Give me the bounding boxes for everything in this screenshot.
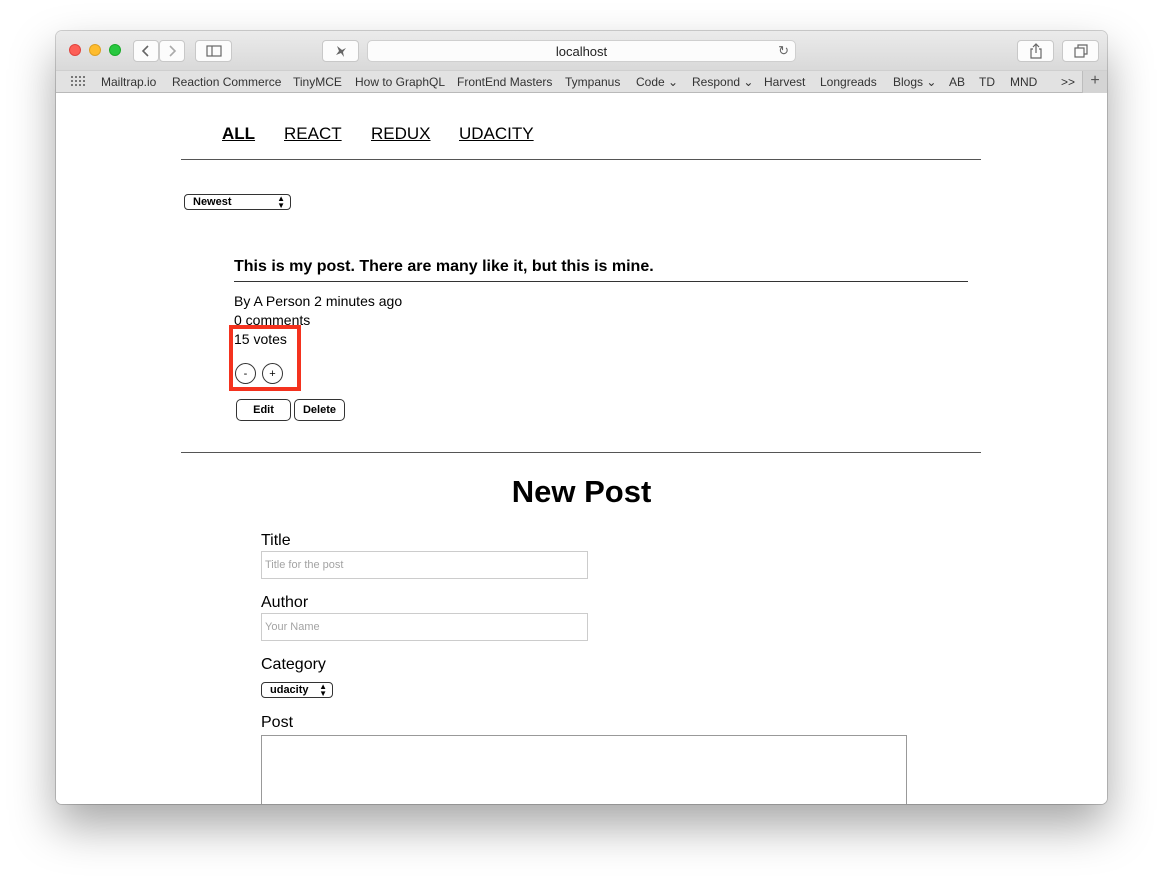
browser-window: localhost ↻ Mailtrap.io Reaction Commerc… bbox=[56, 31, 1107, 804]
zoom-window-button[interactable] bbox=[109, 44, 121, 56]
sidebar-toggle-button[interactable] bbox=[195, 40, 232, 62]
bookmark-item[interactable]: MND bbox=[1010, 75, 1037, 89]
post-title: This is my post. There are many like it,… bbox=[234, 258, 654, 275]
minimize-window-button[interactable] bbox=[89, 44, 101, 56]
category-select[interactable]: udacity ▲ ▼ bbox=[261, 682, 333, 698]
nav-link-react[interactable]: REACT bbox=[284, 124, 342, 144]
post-body-label: Post bbox=[261, 714, 294, 731]
new-post-heading: New Post bbox=[511, 474, 652, 509]
forward-button[interactable] bbox=[159, 40, 185, 62]
tabs-icon bbox=[1073, 44, 1088, 58]
chevron-down-icon: ⌄ bbox=[668, 75, 679, 89]
sort-select[interactable]: Newest ▲ ▼ bbox=[184, 194, 291, 210]
chevron-left-icon bbox=[141, 45, 149, 57]
extension-button[interactable] bbox=[322, 40, 359, 62]
bookmark-folder-label: Blogs bbox=[893, 75, 924, 89]
bookmark-folder[interactable]: Respond ⌄ bbox=[692, 75, 753, 89]
nav-link-redux[interactable]: REDUX bbox=[371, 124, 431, 144]
title-label: Title bbox=[261, 532, 291, 549]
back-button[interactable] bbox=[133, 40, 159, 62]
updown-arrows-icon: ▲ ▼ bbox=[277, 194, 285, 210]
bookmark-folder-label: Code bbox=[636, 75, 665, 89]
bookmark-item[interactable]: Longreads bbox=[820, 75, 877, 89]
section-divider bbox=[181, 452, 981, 453]
post-byline: By A Person 2 minutes ago bbox=[234, 293, 403, 309]
edit-button[interactable]: Edit bbox=[236, 399, 291, 421]
browser-titlebar: localhost ↻ bbox=[56, 31, 1107, 70]
nav-link-all[interactable]: ALL bbox=[222, 124, 255, 144]
delete-button[interactable]: Delete bbox=[294, 399, 345, 421]
bookmarks-bar: Mailtrap.io Reaction Commerce TinyMCE Ho… bbox=[56, 70, 1107, 93]
category-select-value: udacity bbox=[270, 684, 309, 696]
page-content: ALL REACT REDUX UDACITY Newest ▲ ▼ This i… bbox=[56, 93, 1107, 804]
post-divider bbox=[234, 281, 968, 282]
share-button[interactable] bbox=[1017, 40, 1054, 62]
bookmark-folder[interactable]: Blogs ⌄ bbox=[893, 75, 936, 89]
bookmark-item[interactable]: Tympanus bbox=[565, 75, 620, 89]
address-bar[interactable]: localhost ↻ bbox=[367, 40, 796, 62]
sort-select-value: Newest bbox=[193, 196, 232, 208]
bookmark-item[interactable]: AB bbox=[949, 75, 965, 89]
tabs-overview-button[interactable] bbox=[1062, 40, 1099, 62]
apps-grid-icon[interactable] bbox=[70, 75, 86, 90]
chevron-down-icon: ⌄ bbox=[743, 75, 754, 89]
bookmark-item[interactable]: FrontEnd Masters bbox=[457, 75, 552, 89]
bookmark-item[interactable]: Reaction Commerce bbox=[172, 75, 281, 89]
author-label: Author bbox=[261, 594, 309, 611]
bird-icon bbox=[335, 46, 346, 57]
bookmark-folder-label: Respond bbox=[692, 75, 741, 89]
nav-divider bbox=[181, 159, 981, 160]
chevron-right-icon bbox=[169, 45, 177, 57]
bookmark-item[interactable]: Mailtrap.io bbox=[101, 75, 156, 89]
new-tab-plus-icon[interactable]: + bbox=[1082, 71, 1107, 93]
url-text: localhost bbox=[555, 43, 608, 59]
title-input[interactable] bbox=[261, 551, 588, 579]
bookmark-item[interactable]: How to GraphQL bbox=[355, 75, 445, 89]
bookmark-item[interactable]: TinyMCE bbox=[293, 75, 342, 89]
nav-link-udacity[interactable]: UDACITY bbox=[459, 124, 534, 144]
chevron-down-icon: ⌄ bbox=[926, 75, 937, 89]
vote-highlight-box bbox=[229, 325, 301, 391]
reload-icon[interactable]: ↻ bbox=[778, 43, 789, 59]
bookmarks-overflow-button[interactable]: >> bbox=[1061, 75, 1075, 89]
sidebar-icon bbox=[205, 45, 222, 57]
share-icon bbox=[1029, 43, 1042, 59]
bookmark-item[interactable]: TD bbox=[979, 75, 995, 89]
author-input[interactable] bbox=[261, 613, 588, 641]
bookmark-folder[interactable]: Code ⌄ bbox=[636, 75, 678, 89]
updown-arrows-icon: ▲ ▼ bbox=[319, 682, 327, 698]
category-label: Category bbox=[261, 656, 326, 673]
post-body-textarea[interactable] bbox=[261, 735, 907, 804]
bookmark-item[interactable]: Harvest bbox=[764, 75, 805, 89]
close-window-button[interactable] bbox=[69, 44, 81, 56]
